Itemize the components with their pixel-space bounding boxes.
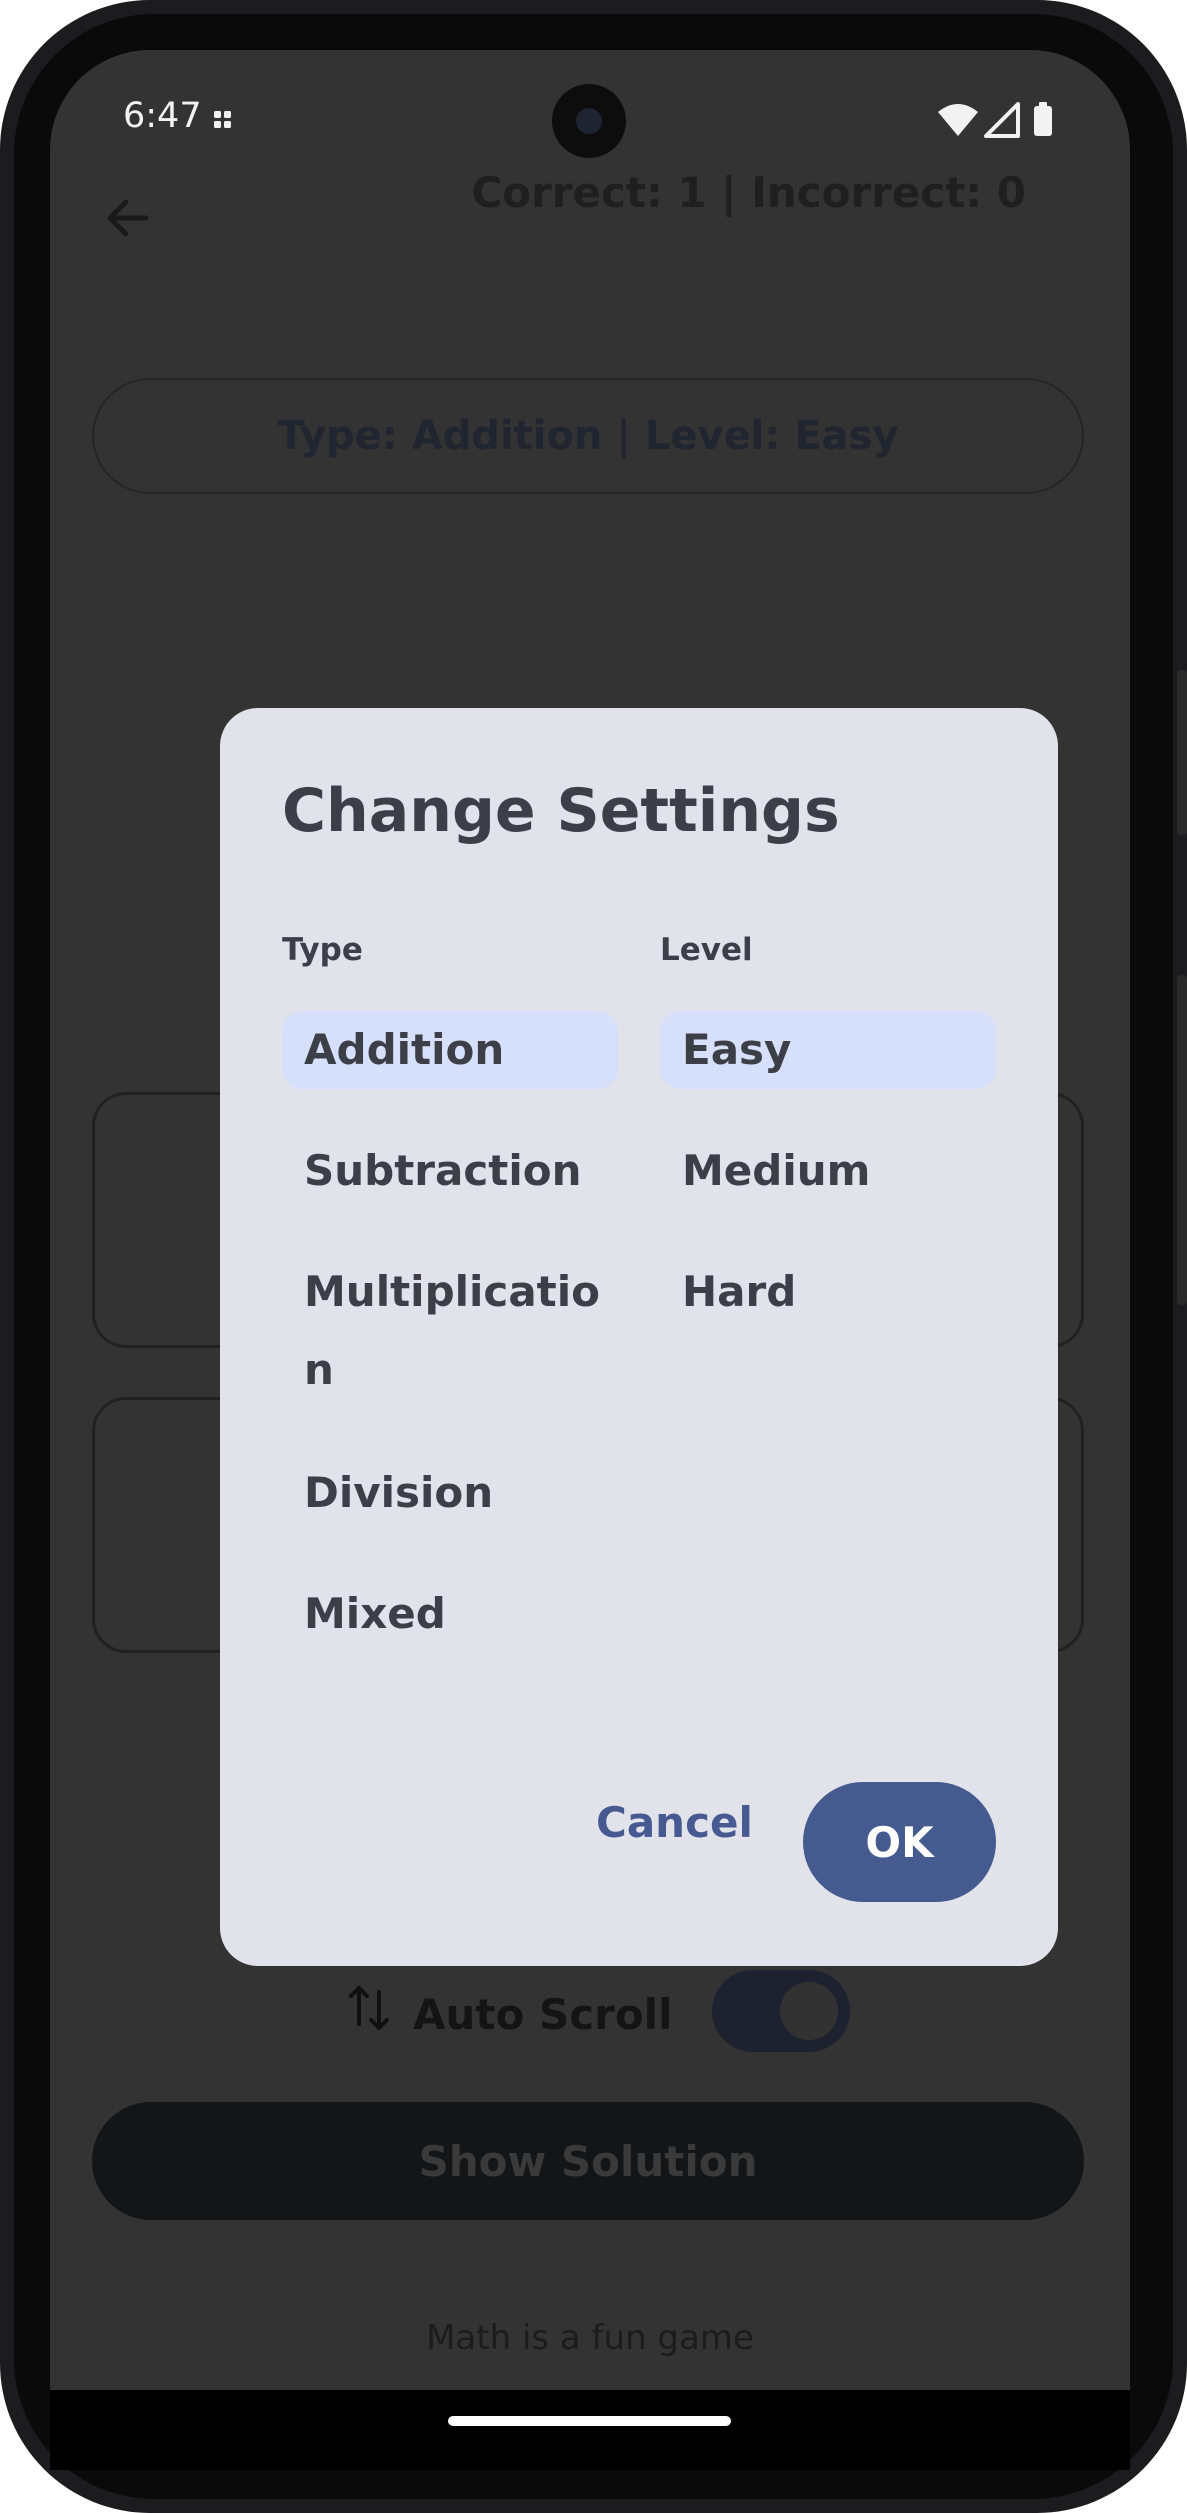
auto-scroll-toggle[interactable]: [712, 1970, 850, 2052]
back-arrow-icon[interactable]: [98, 188, 158, 248]
toggle-thumb: [780, 1982, 838, 2040]
show-solution-button[interactable]: Show Solution: [92, 2102, 1084, 2220]
cancel-button[interactable]: Cancel: [596, 1798, 753, 1847]
type-option-subtraction[interactable]: Subtraction: [282, 1132, 618, 1210]
battery-icon: [1034, 106, 1052, 136]
type-level-label: Type: Addition | Level: Easy: [277, 413, 899, 459]
navigation-bar: [50, 2390, 1130, 2470]
volume-button: [1177, 975, 1187, 1305]
type-column-header: Type: [282, 932, 363, 968]
type-option-mixed[interactable]: Mixed: [282, 1575, 618, 1653]
notification-icon: [214, 111, 231, 128]
footer-text: Math is a fun game: [426, 2318, 754, 2358]
level-column-header: Level: [660, 932, 753, 968]
type-option-multiplication[interactable]: Multiplication: [282, 1253, 622, 1409]
status-icons: [938, 102, 1052, 138]
level-option-easy[interactable]: Easy: [660, 1011, 996, 1089]
level-option-medium[interactable]: Medium: [660, 1132, 996, 1210]
ok-button[interactable]: OK: [803, 1782, 996, 1902]
status-time: 6:47: [123, 96, 202, 136]
settings-dialog: Change Settings Type Level Addition Subt…: [220, 708, 1058, 1966]
dialog-title: Change Settings: [282, 776, 840, 846]
type-option-division[interactable]: Division: [282, 1454, 618, 1532]
wifi-icon: [938, 104, 978, 136]
front-camera: [552, 84, 626, 158]
ok-label: OK: [865, 1817, 934, 1867]
level-option-hard[interactable]: Hard: [660, 1253, 996, 1331]
score-counter: Correct: 1 | Incorrect: 0: [471, 168, 1026, 217]
power-button: [1177, 670, 1187, 835]
signal-icon: [984, 102, 1020, 138]
show-solution-label: Show Solution: [418, 2136, 758, 2186]
auto-scroll-label: Auto Scroll: [413, 1990, 673, 2039]
swap-vertical-icon: [349, 1986, 389, 2030]
type-option-addition[interactable]: Addition: [282, 1011, 618, 1089]
home-indicator[interactable]: [448, 2416, 731, 2426]
screen: 6:47 Correct: 1 | Incorrect: 0 Type: Add…: [50, 50, 1130, 2390]
type-level-chip[interactable]: Type: Addition | Level: Easy: [92, 378, 1084, 494]
